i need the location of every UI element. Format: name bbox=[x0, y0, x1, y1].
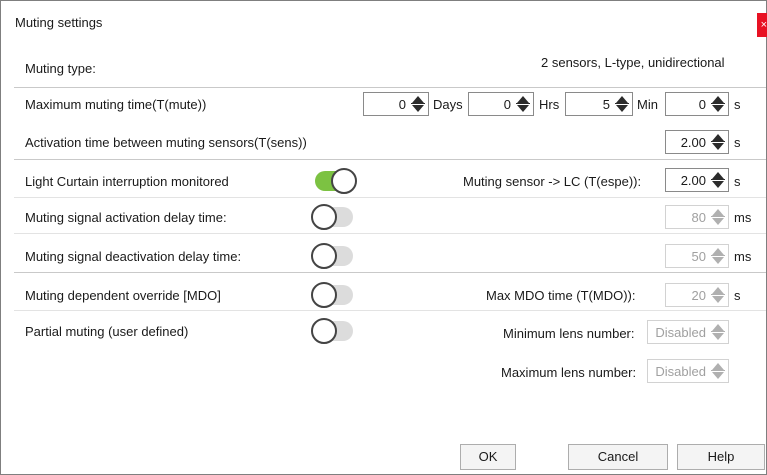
hrs-value: 0 bbox=[503, 97, 511, 112]
hrs-stepper[interactable]: 0 bbox=[468, 92, 534, 116]
mdo-time-spin-arrows[interactable] bbox=[709, 285, 727, 305]
min-lens-stepper[interactable]: Disabled bbox=[647, 320, 729, 344]
sensor-to-lc-unit: s bbox=[734, 174, 741, 189]
close-button[interactable]: × bbox=[757, 13, 767, 37]
arrow-up-icon[interactable] bbox=[412, 96, 424, 103]
mdo-label: Muting dependent override [MDO] bbox=[25, 288, 221, 303]
arrow-down-icon[interactable] bbox=[412, 105, 424, 112]
max-lens-value: Disabled bbox=[655, 364, 706, 379]
activation-delay-spin-arrows[interactable] bbox=[709, 207, 727, 227]
activation-delay-stepper[interactable]: 80 bbox=[665, 205, 729, 229]
activation-delay-toggle[interactable] bbox=[311, 204, 357, 230]
lc-interruption-label: Light Curtain interruption monitored bbox=[25, 174, 229, 189]
arrow-up-icon[interactable] bbox=[616, 96, 628, 103]
muting-type-label: Muting type: bbox=[25, 61, 96, 76]
days-spin-arrows[interactable] bbox=[409, 94, 427, 114]
mdo-time-unit: s bbox=[734, 288, 741, 303]
deactivation-delay-toggle[interactable] bbox=[311, 243, 357, 269]
seconds-stepper[interactable]: 0 bbox=[665, 92, 729, 116]
divider bbox=[14, 87, 766, 88]
muting-type-value: 2 sensors, L-type, unidirectional bbox=[541, 55, 725, 70]
max-lens-spin-arrows[interactable] bbox=[709, 361, 727, 381]
activation-time-value: 2.00 bbox=[680, 135, 706, 150]
sensor-to-lc-stepper[interactable]: 2.00 bbox=[665, 168, 729, 192]
sensor-to-lc-label: Muting sensor -> LC (T(espe)): bbox=[463, 174, 642, 189]
max-lens-stepper[interactable]: Disabled bbox=[647, 359, 729, 383]
arrow-up-icon[interactable] bbox=[712, 363, 724, 370]
mdo-toggle[interactable] bbox=[311, 282, 357, 308]
partial-muting-toggle[interactable] bbox=[311, 318, 357, 344]
activation-time-spin-arrows[interactable] bbox=[709, 132, 727, 152]
cancel-button[interactable]: Cancel bbox=[568, 444, 668, 470]
deactivation-delay-stepper[interactable]: 50 bbox=[665, 244, 729, 268]
mdo-time-value: 20 bbox=[691, 288, 706, 303]
divider bbox=[14, 159, 766, 160]
sensor-to-lc-value: 2.00 bbox=[680, 173, 706, 188]
arrow-down-icon[interactable] bbox=[712, 257, 724, 264]
min-lens-label: Minimum lens number: bbox=[503, 326, 635, 341]
activation-time-stepper[interactable]: 2.00 bbox=[665, 130, 729, 154]
arrow-up-icon[interactable] bbox=[712, 324, 724, 331]
max-lens-label: Maximum lens number: bbox=[501, 365, 637, 380]
close-icon: × bbox=[760, 19, 767, 31]
activation-delay-label: Muting signal activation delay time: bbox=[25, 210, 227, 225]
arrow-down-icon[interactable] bbox=[517, 105, 529, 112]
partial-muting-label: Partial muting (user defined) bbox=[25, 324, 189, 339]
mdo-time-label: Max MDO time (T(MDO)): bbox=[486, 288, 636, 303]
divider bbox=[14, 272, 766, 273]
divider bbox=[14, 310, 766, 311]
muting-settings-dialog: Muting settings × Muting type: 2 sensors… bbox=[0, 0, 767, 475]
min-spin-arrows[interactable] bbox=[613, 94, 631, 114]
arrow-down-icon[interactable] bbox=[712, 181, 724, 188]
deactivation-delay-unit: ms bbox=[734, 249, 752, 264]
days-unit: Days bbox=[433, 97, 463, 112]
activation-time-label: Activation time between muting sensors(T… bbox=[25, 135, 307, 150]
hrs-spin-arrows[interactable] bbox=[514, 94, 532, 114]
arrow-up-icon[interactable] bbox=[712, 248, 724, 255]
max-muting-time-label: Maximum muting time(T(mute)) bbox=[25, 97, 207, 112]
lc-interruption-toggle[interactable] bbox=[311, 168, 357, 194]
sensor-to-lc-spin-arrows[interactable] bbox=[709, 170, 727, 190]
arrow-down-icon[interactable] bbox=[616, 105, 628, 112]
mdo-time-stepper[interactable]: 20 bbox=[665, 283, 729, 307]
arrow-up-icon[interactable] bbox=[712, 172, 724, 179]
min-stepper[interactable]: 5 bbox=[565, 92, 633, 116]
min-value: 5 bbox=[602, 97, 610, 112]
divider bbox=[14, 197, 766, 198]
deactivation-delay-value: 50 bbox=[691, 249, 706, 264]
min-unit: Min bbox=[637, 97, 658, 112]
min-lens-value: Disabled bbox=[655, 325, 706, 340]
divider bbox=[14, 233, 766, 234]
days-stepper[interactable]: 0 bbox=[363, 92, 429, 116]
arrow-down-icon[interactable] bbox=[712, 105, 724, 112]
help-button[interactable]: Help bbox=[677, 444, 765, 470]
arrow-up-icon[interactable] bbox=[712, 134, 724, 141]
deactivation-delay-spin-arrows[interactable] bbox=[709, 246, 727, 266]
hrs-unit: Hrs bbox=[539, 97, 560, 112]
deactivation-delay-label: Muting signal deactivation delay time: bbox=[25, 249, 242, 264]
arrow-up-icon[interactable] bbox=[712, 96, 724, 103]
arrow-down-icon[interactable] bbox=[712, 296, 724, 303]
arrow-up-icon[interactable] bbox=[712, 287, 724, 294]
arrow-up-icon[interactable] bbox=[712, 209, 724, 216]
activation-time-unit: s bbox=[734, 135, 741, 150]
arrow-down-icon[interactable] bbox=[712, 333, 724, 340]
seconds-value: 0 bbox=[698, 97, 706, 112]
activation-delay-value: 80 bbox=[691, 210, 706, 225]
arrow-down-icon[interactable] bbox=[712, 143, 724, 150]
arrow-down-icon[interactable] bbox=[712, 218, 724, 225]
arrow-up-icon[interactable] bbox=[517, 96, 529, 103]
title-bar: Muting settings × bbox=[1, 1, 767, 41]
activation-delay-unit: ms bbox=[734, 210, 752, 225]
min-lens-spin-arrows[interactable] bbox=[709, 322, 727, 342]
arrow-down-icon[interactable] bbox=[712, 372, 724, 379]
dialog-title: Muting settings bbox=[15, 15, 103, 30]
seconds-spin-arrows[interactable] bbox=[709, 94, 727, 114]
ok-button[interactable]: OK bbox=[460, 444, 516, 470]
seconds-unit: s bbox=[734, 97, 741, 112]
days-value: 0 bbox=[398, 97, 406, 112]
